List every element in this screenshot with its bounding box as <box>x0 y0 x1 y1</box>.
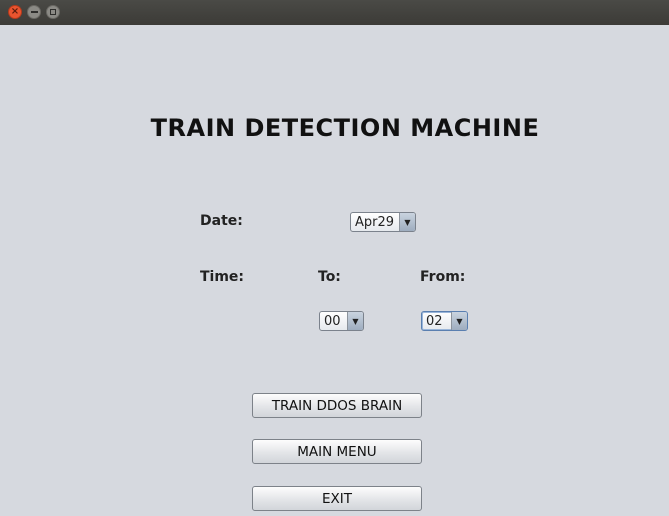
chevron-down-icon[interactable]: ▼ <box>347 312 363 330</box>
train-ddos-brain-button[interactable]: TRAIN DDOS BRAIN <box>252 393 422 418</box>
from-hour-value: 02 <box>426 313 443 329</box>
from-hour-select[interactable]: 02 ▼ <box>421 311 468 331</box>
date-select-value: Apr29 <box>355 214 395 230</box>
page-title: TRAIN DETECTION MACHINE <box>150 114 540 142</box>
to-label: To: <box>318 269 341 285</box>
app-window: × TRAIN DETECTION MACHINE Date: Apr29 ▼ … <box>0 0 669 516</box>
main-menu-button[interactable]: MAIN MENU <box>252 439 422 464</box>
title-bar[interactable]: × <box>0 0 669 25</box>
to-hour-select[interactable]: 00 ▼ <box>319 311 364 331</box>
exit-button[interactable]: EXIT <box>252 486 422 511</box>
date-select[interactable]: Apr29 ▼ <box>350 212 416 232</box>
date-label: Date: <box>200 213 243 229</box>
to-hour-value: 00 <box>324 313 341 329</box>
time-label: Time: <box>200 269 245 285</box>
maximize-icon <box>50 9 56 15</box>
maximize-button[interactable] <box>46 5 60 19</box>
close-button[interactable]: × <box>8 5 22 19</box>
from-label: From: <box>420 269 466 285</box>
minimize-icon <box>30 11 38 13</box>
minimize-button[interactable] <box>27 5 41 19</box>
chevron-down-icon[interactable]: ▼ <box>399 213 415 231</box>
chevron-down-icon[interactable]: ▼ <box>451 312 467 330</box>
close-icon: × <box>10 6 20 17</box>
